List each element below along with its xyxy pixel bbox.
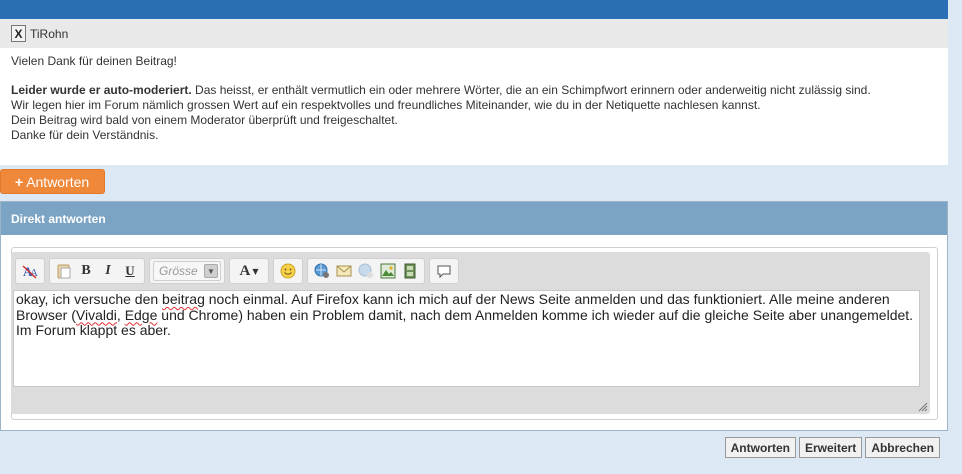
- email-icon[interactable]: [333, 261, 355, 281]
- close-icon[interactable]: X: [11, 25, 26, 42]
- unlink-icon[interactable]: [355, 261, 377, 281]
- smiley-icon[interactable]: [277, 261, 299, 281]
- editor-container: AA B I U Grösse ▼ A ▼ okay, ich versuche…: [11, 252, 930, 414]
- font-size-select[interactable]: Grösse ▼: [153, 261, 221, 281]
- editor-text: okay, ich versuche den: [16, 291, 163, 307]
- misspelled-word: beitrag: [162, 291, 205, 307]
- direct-reply-panel: Direkt antworten AA B I U Grösse ▼ A ▼ o…: [0, 201, 948, 431]
- toolbar-group-format: AA: [15, 258, 45, 284]
- post-message: Vielen Dank für deinen Beitrag! Leider w…: [0, 48, 948, 143]
- font-size-placeholder: Grösse: [159, 264, 198, 278]
- chevron-down-icon: ▼: [252, 266, 259, 276]
- misspelled-word: Edge: [124, 306, 158, 323]
- toolbar-group-paste: B I U: [49, 258, 145, 284]
- post-user-bar: X TiRohn: [0, 19, 948, 48]
- italic-button[interactable]: I: [97, 261, 119, 281]
- editor-toolbar: AA B I U Grösse ▼ A ▼: [15, 257, 463, 285]
- advanced-button[interactable]: Erweitert: [798, 437, 863, 458]
- message-bold-lead: Leider wurde er auto-moderiert.: [11, 83, 192, 97]
- reply-button-label: Antworten: [26, 173, 90, 190]
- link-icon[interactable]: [311, 261, 333, 281]
- message-line-2: Leider wurde er auto-moderiert. Das heis…: [11, 83, 937, 98]
- message-line-1: Vielen Dank für deinen Beitrag!: [11, 54, 177, 68]
- video-icon[interactable]: [399, 261, 421, 281]
- toolbar-group-quote: [429, 258, 459, 284]
- toolbar-group-smiley: [273, 258, 303, 284]
- cancel-button[interactable]: Abbrechen: [865, 437, 940, 458]
- font-color-button[interactable]: A ▼: [233, 261, 265, 281]
- message-line-3: Wir legen hier im Forum nämlich grossen …: [11, 98, 761, 112]
- message-line-4: Dein Beitrag wird bald von einem Moderat…: [11, 113, 398, 127]
- message-line-5: Danke für dein Verständnis.: [11, 128, 159, 142]
- font-color-label: A: [239, 262, 251, 279]
- misspelled-word: Vivaldi: [75, 306, 117, 323]
- underline-button[interactable]: U: [119, 261, 141, 281]
- toolbar-group-insert: [307, 258, 425, 284]
- footer-buttons: Antworten Erweitert Abbrechen: [724, 437, 940, 458]
- username: TiRohn: [30, 26, 69, 41]
- top-bar: [0, 0, 948, 19]
- toolbar-group-size: Grösse ▼: [149, 258, 225, 284]
- message-line-2-rest: Das heisst, er enthält vermutlich ein od…: [191, 83, 871, 97]
- bold-button[interactable]: B: [75, 261, 97, 281]
- remove-format-icon[interactable]: AA: [19, 261, 41, 281]
- paste-icon[interactable]: [53, 261, 75, 281]
- resize-handle-icon[interactable]: [916, 400, 928, 412]
- submit-button[interactable]: Antworten: [724, 437, 796, 458]
- reply-button[interactable]: + Antworten: [0, 169, 105, 194]
- quote-icon[interactable]: [433, 261, 455, 281]
- editor-text: ,: [116, 306, 125, 323]
- reply-textarea[interactable]: okay, ich versuche den beitrag noch einm…: [13, 290, 920, 387]
- moderation-post: X TiRohn Vielen Dank für deinen Beitrag!…: [0, 19, 948, 165]
- toolbar-group-font: A ▼: [229, 258, 269, 284]
- panel-title: Direkt antworten: [1, 202, 947, 235]
- plus-icon: +: [15, 173, 24, 190]
- chevron-down-icon: ▼: [204, 264, 218, 278]
- image-icon[interactable]: [377, 261, 399, 281]
